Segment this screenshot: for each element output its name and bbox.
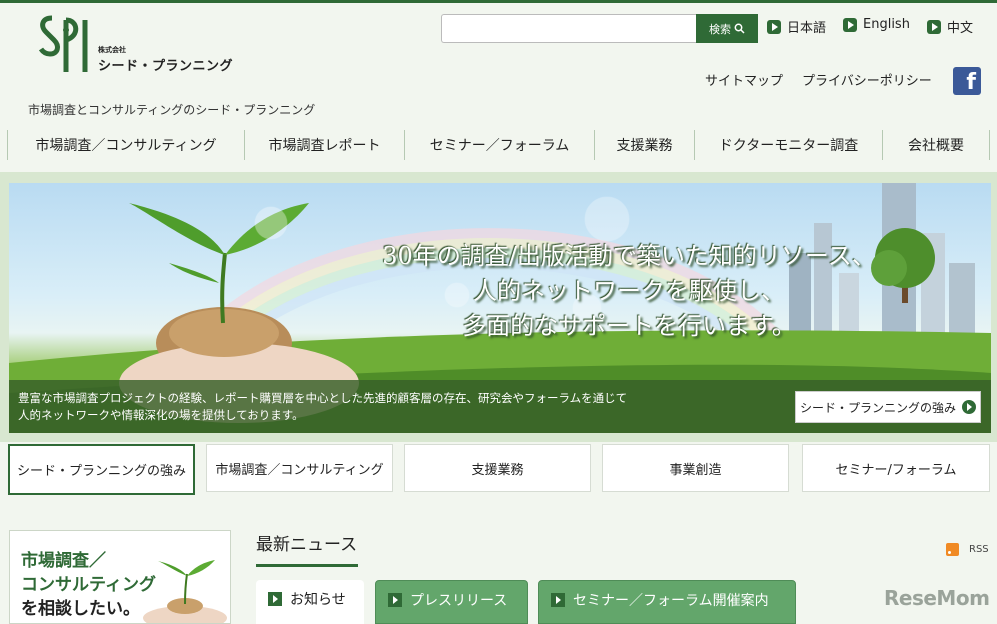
rss-label: RSS	[969, 544, 989, 555]
search-button-label: 検索	[709, 22, 731, 36]
tab-press-release[interactable]: プレスリリース	[375, 580, 528, 624]
sprout-hand-illustration	[143, 560, 227, 623]
search-icon	[734, 23, 745, 34]
hero-headline-line: 人的ネットワークを駆使し、	[473, 277, 785, 305]
square-arrow-icon	[551, 593, 565, 607]
spi-logo-mark	[38, 15, 88, 72]
news-title-underline	[256, 564, 358, 567]
strengths-button-label: シード・プランニングの強み	[799, 400, 956, 415]
hero-description: 豊富な市場調査プロジェクトの経験、レポート購買層を中心とした先進的顧客層の存在、…	[18, 390, 698, 424]
play-arrow-icon	[843, 17, 857, 32]
news-section-title: 最新ニュース	[256, 535, 358, 555]
rss-icon	[946, 543, 959, 556]
lang-label: 日本語	[787, 21, 827, 36]
sub-button-business-creation[interactable]: 事業創造	[602, 444, 789, 492]
tab-seminar-info[interactable]: セミナー／フォーラム開催案内	[538, 580, 796, 624]
hero-description-line: 人的ネットワークや情報深化の場を提供しております。	[18, 408, 304, 422]
nav-item-doctor-monitor[interactable]: ドクターモニター調査	[694, 130, 882, 160]
lang-label: English	[863, 17, 910, 32]
play-arrow-icon	[767, 19, 781, 34]
sitemap-link[interactable]: サイトマップ	[705, 70, 783, 89]
circle-arrow-icon	[962, 400, 976, 414]
search-input[interactable]	[441, 14, 696, 43]
resemom-watermark: ReseMom	[884, 586, 990, 610]
search-form: 検索	[441, 14, 758, 43]
company-logo[interactable]: 株式会社 シード・プランニング	[38, 14, 233, 76]
sub-button-consulting[interactable]: 市場調査／コンサルティング	[206, 444, 393, 492]
site-tagline: 市場調査とコンサルティングのシード・プランニング	[28, 103, 316, 117]
logo-company-name: シード・プランニング	[98, 59, 234, 74]
top-border	[0, 0, 997, 3]
hero-description-line: 豊富な市場調査プロジェクトの経験、レポート購買層を中心とした先進的顧客層の存在、…	[18, 391, 628, 405]
nav-item-consulting[interactable]: 市場調査／コンサルティング	[7, 130, 244, 160]
sub-button-seminar[interactable]: セミナー/フォーラム	[802, 444, 990, 492]
consult-banner[interactable]: 市場調査／ コンサルティング を相談したい。	[9, 530, 231, 624]
sub-button-support[interactable]: 支援業務	[404, 444, 591, 492]
square-arrow-icon	[388, 593, 402, 607]
tab-label: お知らせ	[290, 592, 346, 608]
hero-headline-line: 多面的なサポートを行います。	[462, 312, 796, 340]
square-arrow-icon	[268, 592, 282, 606]
tab-label: セミナー／フォーラム開催案内	[573, 593, 769, 609]
nav-item-seminar[interactable]: セミナー／フォーラム	[404, 130, 594, 160]
lang-label: 中文	[947, 21, 974, 36]
lang-link-english[interactable]: English	[843, 17, 910, 32]
nav-item-support[interactable]: 支援業務	[594, 130, 694, 160]
hero-headline: 30年の調査/出版活動で築いた知的リソース、 人的ネットワークを駆使し、 多面的…	[369, 239, 889, 344]
nav-item-reports[interactable]: 市場調査レポート	[244, 130, 404, 160]
facebook-icon[interactable]: f	[953, 67, 981, 95]
search-button[interactable]: 検索	[696, 14, 758, 43]
rss-link[interactable]: RSS	[946, 543, 989, 556]
tab-label: プレスリリース	[410, 593, 508, 609]
lang-link-chinese[interactable]: 中文	[927, 17, 973, 36]
lang-link-japanese[interactable]: 日本語	[767, 17, 826, 36]
sub-button-strengths[interactable]: シード・プランニングの強み	[8, 444, 195, 495]
main-nav: 市場調査／コンサルティング 市場調査レポート セミナー／フォーラム 支援業務 ド…	[7, 130, 992, 160]
play-arrow-icon	[927, 19, 941, 34]
logo-small-text: 株式会社	[98, 46, 126, 54]
strengths-button[interactable]: シード・プランニングの強み	[795, 391, 981, 423]
hero-headline-line: 30年の調査/出版活動で築いた知的リソース、	[382, 242, 876, 270]
nav-item-company[interactable]: 会社概要	[882, 130, 990, 160]
privacy-policy-link[interactable]: プライバシーポリシー	[802, 70, 932, 89]
tab-notices[interactable]: お知らせ	[256, 580, 364, 624]
